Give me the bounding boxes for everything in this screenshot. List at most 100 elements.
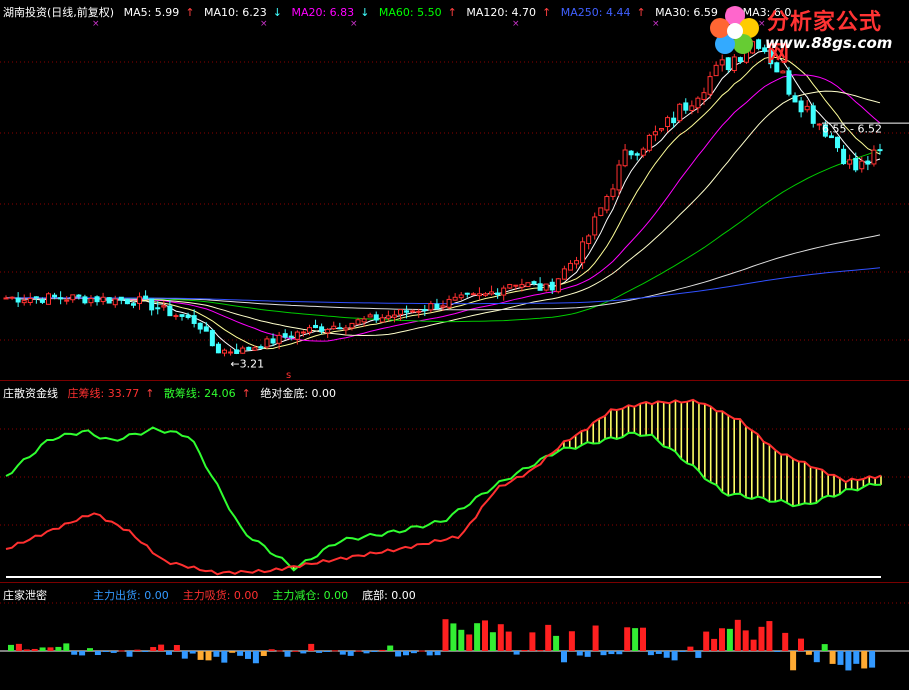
volume-bar xyxy=(47,647,54,651)
candle xyxy=(835,136,841,152)
candle xyxy=(707,71,713,99)
candle xyxy=(149,298,155,316)
volume-bar xyxy=(410,651,417,654)
candle xyxy=(343,324,349,335)
indicator2-legend-item: 主力吸货: 0.00 xyxy=(182,589,259,602)
candle xyxy=(446,295,452,310)
flower-logo-icon xyxy=(710,6,759,54)
candle xyxy=(379,314,385,323)
candle xyxy=(652,125,658,142)
indicator2-legend-item: 主力减仓: 0.00 xyxy=(272,589,349,602)
volume-bar xyxy=(608,651,615,655)
volume-bar xyxy=(324,651,330,652)
candle xyxy=(464,292,470,298)
candle xyxy=(228,348,234,356)
volume-bar xyxy=(331,650,338,652)
volume-bar xyxy=(134,649,141,651)
candle xyxy=(501,285,507,301)
volume-bar xyxy=(181,651,188,659)
indicator1-name: 庄散资金线 xyxy=(3,387,58,400)
candle xyxy=(179,314,185,321)
volume-bar xyxy=(845,651,852,671)
trend-arrow-icon: ↑ xyxy=(542,6,552,19)
volume-bar xyxy=(774,651,781,652)
volume-bar xyxy=(173,645,180,651)
candle xyxy=(458,291,464,301)
cross-marker-icon: × xyxy=(512,19,520,29)
candle xyxy=(871,145,877,167)
volume-bar xyxy=(624,627,631,651)
candle xyxy=(15,292,21,308)
candle xyxy=(665,115,671,133)
volume-bar xyxy=(703,631,710,651)
volume-bar xyxy=(15,643,22,651)
cross-marker-icon: × xyxy=(260,19,268,29)
candle xyxy=(143,290,149,300)
candle xyxy=(507,283,513,289)
candle xyxy=(234,343,240,355)
ma-legend-item: MA60: 5.50 xyxy=(375,6,442,19)
candle xyxy=(495,288,501,299)
volume-bar xyxy=(861,651,868,669)
cross-marker-icon: × xyxy=(652,19,660,29)
candle xyxy=(519,278,525,292)
candle xyxy=(561,265,567,280)
volume-bar xyxy=(63,643,70,651)
candle xyxy=(452,293,458,301)
volume-bar xyxy=(695,651,702,658)
candle xyxy=(209,328,215,347)
volume-bar xyxy=(561,651,567,663)
volume-bar xyxy=(600,651,607,656)
candle xyxy=(610,183,616,201)
zhuangsan-chart[interactable] xyxy=(0,381,909,582)
ma-legend-item: MA250: 4.44 xyxy=(557,6,631,19)
indicator-zhuangsan-panel[interactable]: 庄散资金线 庄筹线: 33.77 ↑ 散筹线: 24.06 ↑ 绝对金底: 0.00 xyxy=(0,381,909,583)
candle xyxy=(3,295,9,300)
zhuang-chou-line xyxy=(5,398,882,576)
candle xyxy=(331,321,337,330)
candlesticks xyxy=(3,38,883,357)
candle xyxy=(21,294,27,306)
volume-bar xyxy=(640,627,646,651)
volume-bar xyxy=(671,651,678,661)
volume-bar xyxy=(742,630,749,651)
volume-bar xyxy=(679,651,686,652)
candle xyxy=(476,287,482,300)
volume-bar xyxy=(734,619,741,651)
ma-legend-item: MA10: 6.23 xyxy=(200,6,267,19)
volume-bar xyxy=(126,651,133,657)
volume-bar xyxy=(711,638,718,651)
volume-bar xyxy=(237,651,244,656)
candle xyxy=(76,294,82,300)
candle xyxy=(847,154,853,169)
volume-bar xyxy=(442,619,449,651)
indicator-zhuangjia-panel[interactable]: 庄家泄密 主力出货: 0.00 主力吸货: 0.00 主力减仓: 0.00 底部: 0.… xyxy=(0,583,909,690)
volume-bar xyxy=(829,651,836,664)
candle xyxy=(434,298,440,310)
candle xyxy=(70,294,76,303)
candle xyxy=(373,311,379,323)
volume-bar xyxy=(308,643,315,651)
volume-bar xyxy=(687,646,694,651)
candle xyxy=(537,277,543,291)
candle xyxy=(786,66,792,97)
volume-bar xyxy=(229,651,236,653)
candle xyxy=(240,345,246,354)
volume-bar xyxy=(395,651,402,657)
volume-bar xyxy=(426,651,433,656)
price-panel[interactable]: ←3.21 6.55 - 6.52 s × × × × × × 湖南投资(日线,前复权) MA5… xyxy=(0,0,909,381)
candle xyxy=(713,61,719,77)
volume-bar xyxy=(371,651,378,652)
volume-bar xyxy=(489,632,496,651)
indicator1-legend-item: 散筹线: 24.06 xyxy=(160,387,236,400)
san-chou-line xyxy=(5,426,882,572)
candle xyxy=(27,292,33,306)
candle xyxy=(810,102,816,128)
indicator1-gridlines xyxy=(0,428,909,526)
volume-bar xyxy=(529,632,536,651)
candle xyxy=(325,327,331,339)
indicator2-legend-item: 底部: 0.00 xyxy=(362,589,416,602)
volume-bar xyxy=(655,651,662,654)
volume-bar xyxy=(197,651,204,660)
volume-bar xyxy=(553,635,560,651)
